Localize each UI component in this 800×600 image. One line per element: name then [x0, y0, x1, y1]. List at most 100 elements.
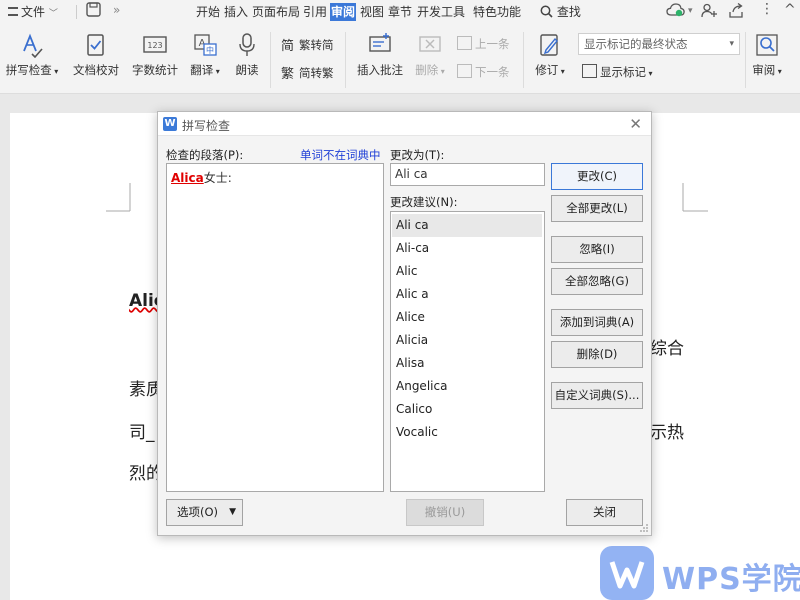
- more-icon[interactable]: »: [113, 3, 120, 17]
- margin-corner-mark: [106, 183, 131, 212]
- tab-view[interactable]: 视图: [359, 3, 385, 21]
- delete-button[interactable]: 删除(D): [551, 341, 643, 368]
- review-button[interactable]: 审阅 ▾: [750, 32, 784, 78]
- close-icon[interactable]: ✕: [629, 115, 642, 133]
- suggestion-item[interactable]: Angelica: [392, 375, 542, 398]
- dialog-title: 拼写检查: [182, 119, 231, 133]
- suggestion-item[interactable]: Alicia: [392, 329, 542, 352]
- display-mode-select[interactable]: 显示标记的最终状态 ▾: [578, 33, 740, 55]
- prev-comment-button[interactable]: 上一条: [457, 36, 510, 52]
- wps-watermark: WPS学院: [600, 546, 800, 600]
- tab-references[interactable]: 引用: [302, 3, 328, 21]
- ignore-button[interactable]: 忽略(I): [551, 236, 643, 263]
- wps-app-icon: W: [163, 117, 177, 131]
- trad-to-simp-button[interactable]: 简繁转简: [281, 36, 334, 54]
- chevron-down-icon: ﹀: [48, 9, 58, 19]
- more-options-icon[interactable]: ⋮: [760, 1, 774, 17]
- add-to-dictionary-button[interactable]: 添加到词典(A): [551, 309, 643, 336]
- simp-trad-icon: 繁: [281, 67, 295, 82]
- suggestion-item[interactable]: Ali-ca: [392, 237, 542, 260]
- tab-home[interactable]: 开始: [195, 3, 221, 21]
- trad-simp-icon: 简: [281, 39, 295, 54]
- suggestion-item[interactable]: Alisa: [392, 352, 542, 375]
- suggestion-item[interactable]: Calico: [392, 398, 542, 421]
- translate-icon: A中: [192, 32, 218, 58]
- file-menu[interactable]: 文件 ﹀: [8, 3, 58, 20]
- doc-proof-button[interactable]: 文档校对: [70, 32, 122, 78]
- separator: [523, 32, 524, 88]
- spell-check-button[interactable]: 拼写检查 ▾: [2, 32, 62, 78]
- document-text-line-3-end: 示热: [650, 423, 684, 443]
- chevron-down-icon: ▼: [229, 507, 236, 517]
- ignore-all-button[interactable]: 全部忽略(G): [551, 268, 643, 295]
- suggestion-item[interactable]: Vocalic: [392, 421, 542, 444]
- chevron-down-icon[interactable]: ▾: [688, 6, 693, 16]
- translate-button[interactable]: A中 翻译 ▾: [186, 32, 224, 78]
- separator: [270, 32, 271, 88]
- save-icon[interactable]: [86, 2, 101, 20]
- suggestion-item[interactable]: Alic: [392, 260, 542, 283]
- chevron-down-icon: ▾: [775, 67, 782, 76]
- close-button[interactable]: 关闭: [566, 499, 643, 526]
- search-icon: [540, 5, 553, 18]
- review-icon: [754, 32, 780, 58]
- word-count-icon: 123: [142, 32, 168, 58]
- delete-comment-button[interactable]: 删除 ▾: [410, 32, 450, 78]
- paragraph-textarea[interactable]: Alica女士:: [166, 163, 384, 492]
- suggestions-list[interactable]: Ali ca Ali-ca Alic Alic a Alice Alicia A…: [390, 211, 545, 492]
- chevron-down-icon: ▾: [213, 67, 220, 76]
- comment-icon: [367, 32, 393, 58]
- wps-logo-icon: [600, 546, 654, 600]
- search-button[interactable]: 查找: [540, 3, 581, 20]
- custom-dictionary-button[interactable]: 自定义词典(S)...: [551, 382, 643, 409]
- delete-comment-icon: [417, 32, 443, 58]
- next-comment-icon: [457, 64, 472, 78]
- change-all-button[interactable]: 全部更改(L): [551, 195, 643, 222]
- word-count-button[interactable]: 123 字数统计: [129, 32, 181, 78]
- resize-grip-icon[interactable]: [640, 524, 649, 533]
- change-button[interactable]: 更改(C): [551, 163, 643, 190]
- tab-review[interactable]: 审阅: [330, 3, 357, 21]
- separator: [345, 32, 346, 88]
- options-button[interactable]: 选项(O) ▼: [166, 499, 243, 526]
- microphone-icon: [234, 32, 260, 58]
- change-to-value: Ali ca: [395, 167, 428, 181]
- read-aloud-button[interactable]: 朗读: [232, 32, 262, 78]
- simp-to-trad-button[interactable]: 繁简转繁: [281, 64, 334, 82]
- change-to-label: 更改为(T):: [390, 148, 445, 162]
- suggestions-label: 更改建议(N):: [390, 195, 458, 209]
- suggestion-item[interactable]: Alic a: [392, 283, 542, 306]
- tab-developer[interactable]: 开发工具: [416, 3, 466, 21]
- chevron-down-icon: ▾: [558, 67, 565, 76]
- chevron-down-icon: ▾: [729, 39, 734, 49]
- chevron-down-icon: ▾: [438, 67, 445, 76]
- ribbon-toolbar: 拼写检查 ▾ 文档校对 123 字数统计 A中 翻译 ▾ 朗读 简繁转简 繁简转…: [0, 24, 800, 94]
- change-to-input[interactable]: Ali ca: [390, 163, 545, 186]
- tab-features[interactable]: 特色功能: [472, 3, 522, 21]
- collapse-icon[interactable]: ^: [784, 2, 796, 18]
- track-changes-icon: [537, 32, 563, 58]
- undo-button[interactable]: 撤销(U): [406, 499, 484, 526]
- cloud-sync-icon[interactable]: [666, 2, 686, 21]
- menu-bar: 文件 ﹀ » 开始 插入 页面布局 引用 审阅 视图 章节 开发工具 特色功能 …: [0, 0, 800, 24]
- paragraph-text: 女士:: [203, 171, 232, 185]
- separator: [76, 5, 77, 19]
- prev-comment-icon: [457, 36, 472, 50]
- export-icon[interactable]: [728, 2, 744, 21]
- separator: [745, 32, 746, 88]
- chevron-down-icon: ▾: [646, 69, 653, 78]
- dialog-title-bar[interactable]: W 拼写检查 ✕: [158, 112, 651, 136]
- suggestion-item[interactable]: Alice: [392, 306, 542, 329]
- show-markup-icon: [582, 64, 597, 78]
- document-text-line-3: 司_: [129, 423, 155, 443]
- misspelled-word: Alica: [171, 171, 204, 185]
- insert-comment-button[interactable]: 插入批注: [352, 32, 408, 78]
- suggestion-item[interactable]: Ali ca: [392, 214, 542, 237]
- show-markup-button[interactable]: 显示标记 ▾: [582, 64, 653, 80]
- tab-chapter[interactable]: 章节: [387, 3, 413, 21]
- tab-page-layout[interactable]: 页面布局: [251, 3, 301, 21]
- share-user-icon[interactable]: [701, 3, 717, 21]
- next-comment-button[interactable]: 下一条: [457, 64, 510, 80]
- tab-insert[interactable]: 插入: [223, 3, 249, 21]
- track-changes-button[interactable]: 修订 ▾: [530, 32, 570, 78]
